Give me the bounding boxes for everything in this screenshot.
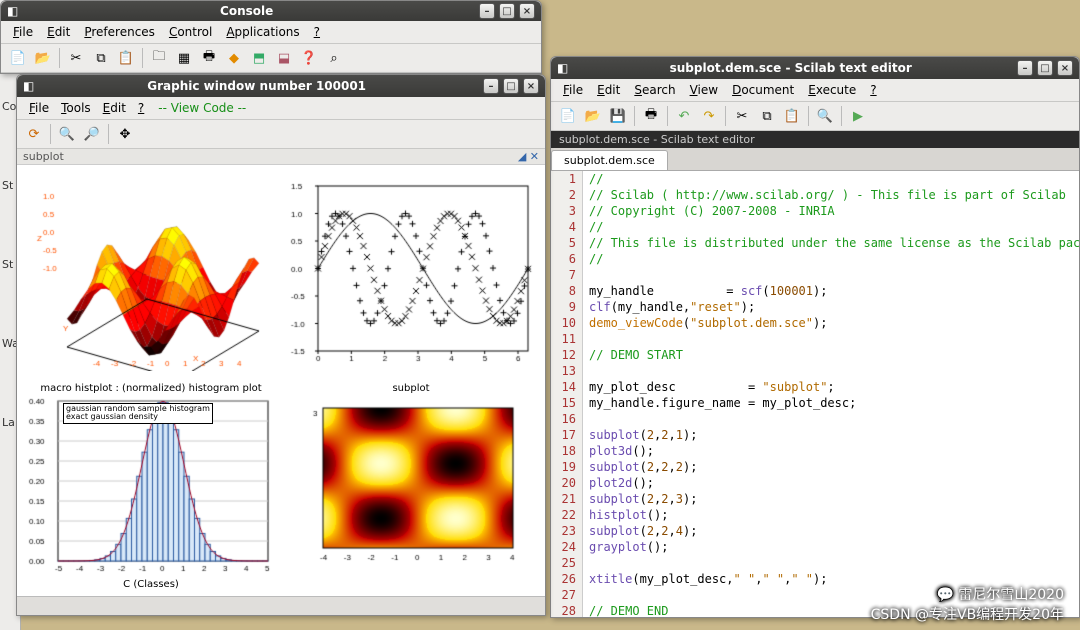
view-code-link[interactable]: -- View Code -- bbox=[152, 99, 252, 117]
maximize-button[interactable]: □ bbox=[1037, 60, 1053, 76]
new-icon[interactable]: 📄 bbox=[7, 47, 29, 69]
graphic-titlebar[interactable]: ◧ Graphic window number 100001 – □ × bbox=[17, 75, 545, 97]
window-icon: ◧ bbox=[23, 79, 34, 93]
graphic-statusbar bbox=[17, 596, 545, 615]
close-button[interactable]: × bbox=[1057, 60, 1073, 76]
zoom-out-icon[interactable]: 🔎 bbox=[81, 123, 103, 145]
panel-tab: subplot ◢ ✕ bbox=[17, 149, 545, 165]
minimize-button[interactable]: – bbox=[483, 78, 499, 94]
menu-?[interactable]: ? bbox=[308, 23, 326, 41]
editor-titlebar[interactable]: ◧ subplot.dem.sce - Scilab text editor –… bbox=[551, 57, 1079, 79]
editor-toolbar: 📄 📂 💾 🖶 ↶ ↷ ✂ ⧉ 📋 🔍 ▶ bbox=[551, 102, 1079, 131]
menu-execute[interactable]: Execute bbox=[802, 81, 862, 99]
window-icon: ◧ bbox=[557, 61, 568, 75]
graphic-toolbar: ⟳ 🔍 🔎 ✥ bbox=[17, 120, 545, 149]
open-icon[interactable]: 📂 bbox=[32, 47, 54, 69]
menu-document[interactable]: Document bbox=[726, 81, 800, 99]
paste-icon[interactable]: 📋 bbox=[115, 47, 137, 69]
find-icon[interactable]: 🔍 bbox=[814, 105, 836, 127]
graphic-title: Graphic window number 100001 bbox=[34, 79, 479, 93]
code-area[interactable]: 1//2// Scilab ( http://www.scilab.org/ )… bbox=[551, 171, 1079, 617]
save-icon[interactable]: 💾 bbox=[607, 105, 629, 127]
folder-icon[interactable]: 🗀 bbox=[148, 47, 170, 69]
maximize-button[interactable]: □ bbox=[503, 78, 519, 94]
menu-applications[interactable]: Applications bbox=[220, 23, 305, 41]
console-menubar: FileEditPreferencesControlApplications? bbox=[1, 21, 541, 44]
demos-icon[interactable]: ⌕ bbox=[323, 47, 345, 69]
minimize-button[interactable]: – bbox=[1017, 60, 1033, 76]
graphic-window: ◧ Graphic window number 100001 – □ × Fil… bbox=[16, 74, 546, 616]
run-icon[interactable]: ▦ bbox=[173, 47, 195, 69]
menu-edit[interactable]: Edit bbox=[97, 99, 132, 117]
rotate-icon[interactable]: ⟳ bbox=[23, 123, 45, 145]
editor-title: subplot.dem.sce - Scilab text editor bbox=[568, 61, 1013, 75]
open-icon[interactable]: 📂 bbox=[582, 105, 604, 127]
zoom-in-icon[interactable]: 🔍 bbox=[56, 123, 78, 145]
plot-2d bbox=[283, 171, 539, 379]
minimize-button[interactable]: – bbox=[479, 3, 495, 19]
menu-edit[interactable]: Edit bbox=[41, 23, 76, 41]
editor-tab[interactable]: subplot.dem.sce bbox=[551, 150, 668, 170]
app-icon[interactable]: ◆ bbox=[223, 47, 245, 69]
execute-icon[interactable]: ▶ bbox=[847, 105, 869, 127]
redo-icon[interactable]: ↷ bbox=[698, 105, 720, 127]
module-icon[interactable]: ⬓ bbox=[273, 47, 295, 69]
menu-search[interactable]: Search bbox=[628, 81, 681, 99]
copy-icon[interactable]: ⧉ bbox=[756, 105, 778, 127]
menu-?[interactable]: ? bbox=[132, 99, 150, 117]
panel-label: subplot bbox=[23, 150, 64, 163]
menu-file[interactable]: File bbox=[23, 99, 55, 117]
menu-?[interactable]: ? bbox=[864, 81, 882, 99]
paste-icon[interactable]: 📋 bbox=[781, 105, 803, 127]
console-title: Console bbox=[18, 4, 475, 18]
close-button[interactable]: × bbox=[519, 3, 535, 19]
editor-menubar: FileEditSearchViewDocumentExecute? bbox=[551, 79, 1079, 102]
print-icon[interactable]: 🖶 bbox=[640, 105, 662, 127]
plot-3d bbox=[23, 171, 279, 379]
plot-hist: macro histplot : (normalized) histogram … bbox=[23, 383, 279, 591]
tool-icon[interactable]: ⬒ bbox=[248, 47, 270, 69]
hist-xlabel: C (Classes) bbox=[23, 579, 279, 590]
menu-tools[interactable]: Tools bbox=[55, 99, 97, 117]
pan-icon[interactable]: ✥ bbox=[114, 123, 136, 145]
editor-window: ◧ subplot.dem.sce - Scilab text editor –… bbox=[550, 56, 1080, 618]
menu-preferences[interactable]: Preferences bbox=[78, 23, 161, 41]
hist-title: macro histplot : (normalized) histogram … bbox=[23, 383, 279, 394]
editor-tabbar: subplot.dem.sce bbox=[551, 148, 1079, 171]
menu-control[interactable]: Control bbox=[163, 23, 218, 41]
menu-view[interactable]: View bbox=[684, 81, 724, 99]
graphic-menubar: FileToolsEdit? -- View Code -- bbox=[17, 97, 545, 120]
menu-edit[interactable]: Edit bbox=[591, 81, 626, 99]
copy-icon[interactable]: ⧉ bbox=[90, 47, 112, 69]
menu-file[interactable]: File bbox=[7, 23, 39, 41]
maximize-button[interactable]: □ bbox=[499, 3, 515, 19]
menu-file[interactable]: File bbox=[557, 81, 589, 99]
console-toolbar: 📄 📂 ✂ ⧉ 📋 🗀 ▦ 🖶 ◆ ⬒ ⬓ ❓ ⌕ bbox=[1, 44, 541, 73]
close-button[interactable]: × bbox=[523, 78, 539, 94]
gray-title: subplot bbox=[283, 383, 539, 394]
print-icon[interactable]: 🖶 bbox=[198, 47, 220, 69]
new-icon[interactable]: 📄 bbox=[557, 105, 579, 127]
hist-legend: gaussian random sample histogram exact g… bbox=[63, 403, 213, 425]
console-titlebar[interactable]: ◧ Console – □ × bbox=[1, 1, 541, 21]
editor-pathbar: subplot.dem.sce - Scilab text editor bbox=[551, 131, 1079, 148]
panel-controls[interactable]: ◢ ✕ bbox=[518, 150, 539, 163]
help-icon[interactable]: ❓ bbox=[298, 47, 320, 69]
cut-icon[interactable]: ✂ bbox=[731, 105, 753, 127]
window-icon: ◧ bbox=[7, 4, 18, 18]
plot-gray: subplot bbox=[283, 383, 539, 591]
cut-icon[interactable]: ✂ bbox=[65, 47, 87, 69]
undo-icon[interactable]: ↶ bbox=[673, 105, 695, 127]
console-window: ◧ Console – □ × FileEditPreferencesContr… bbox=[0, 0, 542, 74]
